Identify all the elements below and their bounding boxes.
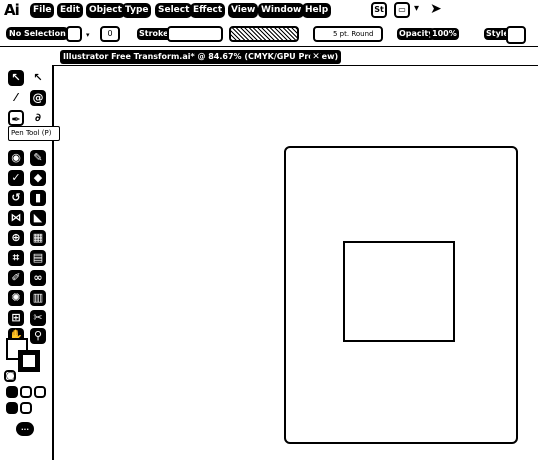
artboard-icon[interactable]: ⊞ bbox=[8, 310, 24, 326]
gradient-icon[interactable]: ▤ bbox=[30, 250, 46, 266]
edit-toolbar-icon[interactable]: ··· bbox=[16, 422, 34, 436]
menu-select[interactable]: Select bbox=[155, 3, 193, 18]
stroke-label[interactable]: Stroke bbox=[137, 28, 171, 40]
eyedropper-icon[interactable]: ✐ bbox=[8, 270, 24, 286]
paintbrush-icon[interactable]: ✎ bbox=[30, 150, 46, 166]
curvature-icon[interactable]: ∂ bbox=[30, 110, 46, 126]
menu-file[interactable]: File bbox=[30, 3, 55, 18]
perspective-icon[interactable]: ▦ bbox=[30, 230, 46, 246]
brush-definition[interactable]: 5 pt. Round bbox=[313, 26, 383, 42]
fill-swatch[interactable] bbox=[66, 26, 82, 42]
pen-icon[interactable]: ✒ bbox=[8, 110, 24, 126]
symbol-sprayer-icon[interactable]: ✺ bbox=[8, 290, 24, 306]
blend-icon[interactable]: ∞ bbox=[30, 270, 46, 286]
magic-wand-icon[interactable]: ⁄ bbox=[8, 90, 24, 106]
menu-window[interactable]: Window bbox=[258, 3, 305, 18]
opacity-value[interactable]: 100% bbox=[430, 28, 459, 40]
mesh-icon[interactable]: ⌗ bbox=[8, 250, 24, 266]
close-icon[interactable]: ✕ bbox=[310, 51, 322, 63]
selection-status: No Selection bbox=[6, 27, 69, 40]
menu-edit[interactable]: Edit bbox=[57, 3, 83, 18]
rectangle-shape[interactable] bbox=[343, 241, 455, 342]
draw-inside-icon[interactable] bbox=[20, 386, 32, 398]
menu-effect[interactable]: Effect bbox=[190, 3, 226, 18]
bridge-icon[interactable]: St bbox=[371, 2, 387, 18]
rotate-icon[interactable]: ↺ bbox=[8, 190, 24, 206]
menu-type[interactable]: Type bbox=[122, 3, 152, 18]
ellipse-icon[interactable]: ◉ bbox=[8, 150, 24, 166]
scale-icon[interactable]: ▮ bbox=[30, 190, 46, 206]
workspace-icon[interactable]: ▭ bbox=[394, 2, 410, 18]
document-tab[interactable]: Illustrator Free Transform.ai* @ 84.67% … bbox=[60, 50, 342, 64]
slice-icon[interactable]: ✂ bbox=[30, 310, 46, 326]
chevron-down-icon[interactable]: ▾ bbox=[414, 3, 419, 14]
menu-bar: Ai File Edit Object Type Select Effect V… bbox=[0, 0, 538, 22]
free-transform-icon[interactable]: ◣ bbox=[30, 210, 46, 226]
stroke-weight-field[interactable] bbox=[167, 26, 223, 42]
control-bar: No Selection ▾ 0 Stroke 5 pt. Round Opac… bbox=[0, 22, 538, 47]
direct-selection-icon[interactable]: ↖ bbox=[30, 70, 46, 86]
lasso-icon[interactable]: @ bbox=[30, 90, 46, 106]
shaper-icon[interactable]: ✓ bbox=[8, 170, 24, 186]
stroke-swatch[interactable] bbox=[18, 350, 40, 372]
graph-icon[interactable]: ▥ bbox=[30, 290, 46, 306]
chevron-down-icon[interactable]: ▾ bbox=[86, 31, 90, 39]
selection-icon[interactable]: ↖ bbox=[8, 70, 24, 86]
full-screen-icon[interactable] bbox=[20, 402, 32, 414]
shape-builder-icon[interactable]: ⊕ bbox=[8, 230, 24, 246]
stroke-swatch[interactable]: 0 bbox=[100, 26, 120, 42]
share-icon[interactable]: ➤ bbox=[430, 1, 442, 17]
width-icon[interactable]: ⋈ bbox=[8, 210, 24, 226]
eraser-icon[interactable]: ◆ bbox=[30, 170, 46, 186]
draw-mode-icon[interactable] bbox=[6, 386, 18, 398]
tooltip: Pen Tool (P) bbox=[8, 126, 60, 141]
graphic-style-swatch[interactable] bbox=[506, 26, 526, 44]
draw-behind-icon[interactable] bbox=[34, 386, 46, 398]
color-mode-icon[interactable]: ◯ bbox=[4, 370, 16, 382]
menu-view[interactable]: View bbox=[228, 3, 259, 18]
screen-mode-icon[interactable] bbox=[6, 402, 18, 414]
menu-object[interactable]: Object bbox=[86, 3, 125, 18]
menu-help[interactable]: Help bbox=[302, 3, 332, 18]
app-logo: Ai bbox=[4, 1, 20, 19]
variable-width-profile[interactable] bbox=[229, 26, 299, 42]
